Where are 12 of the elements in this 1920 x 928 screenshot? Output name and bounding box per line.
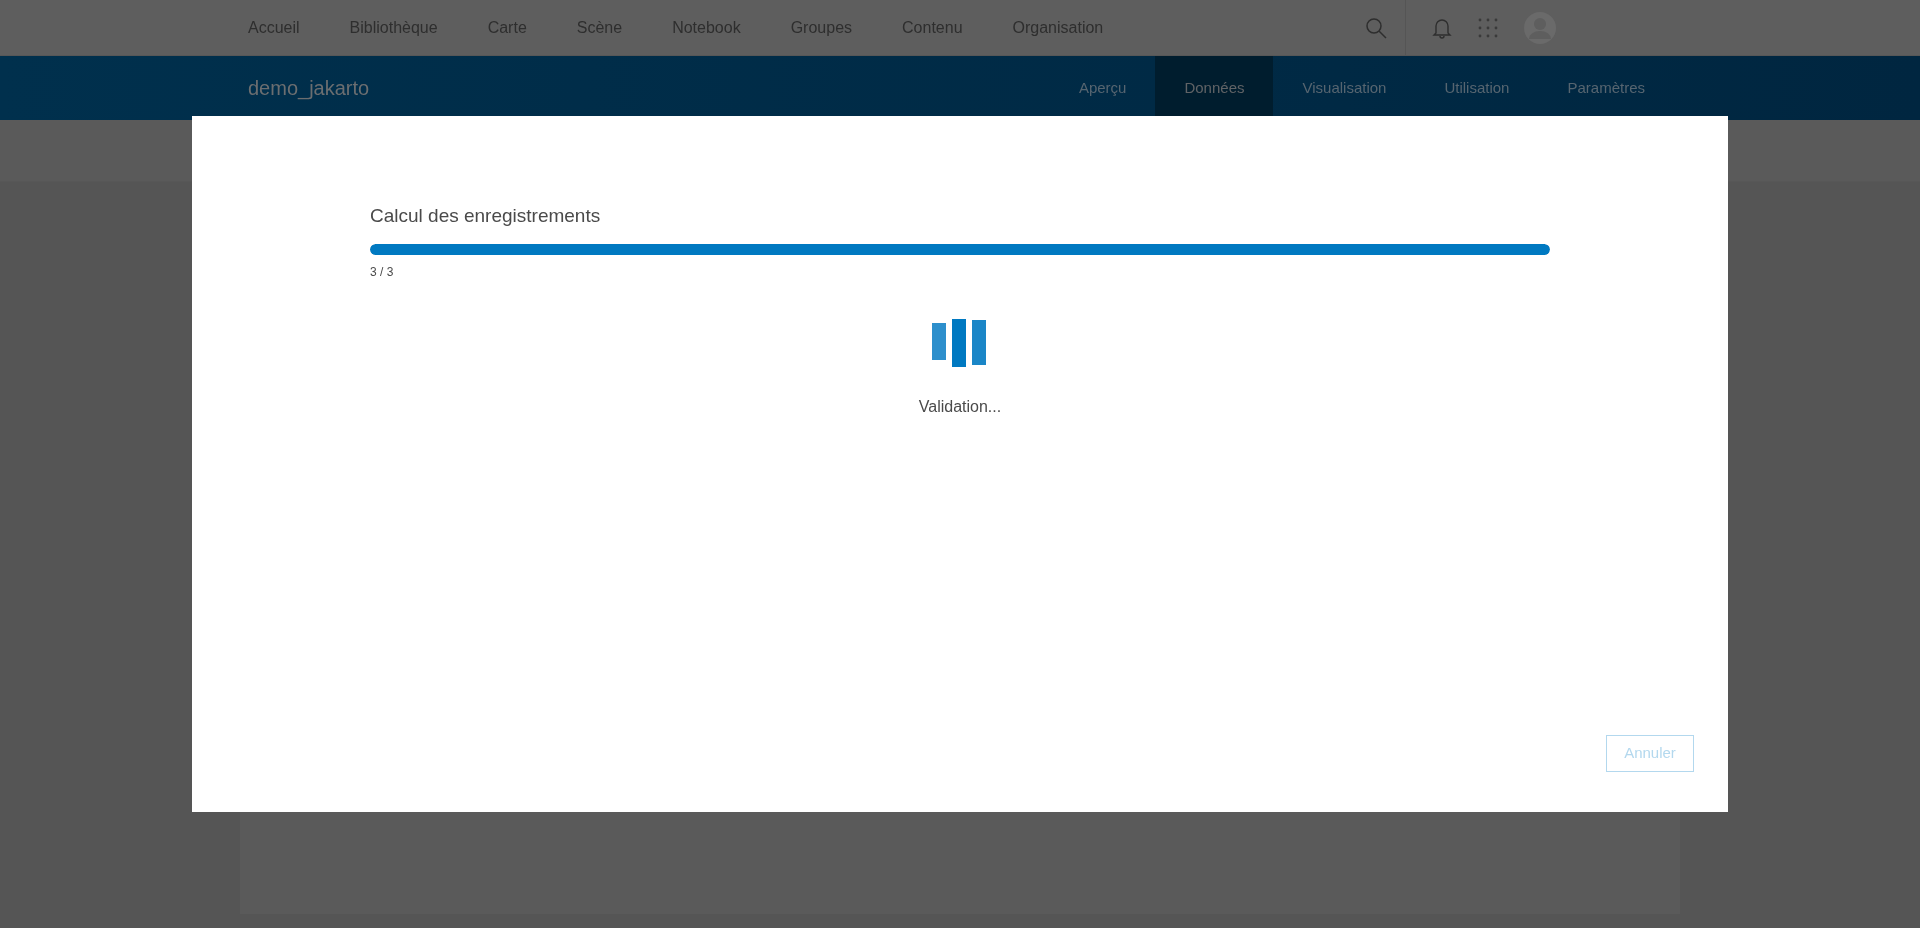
status-text: Validation...: [918, 396, 1002, 417]
item-title: demo_jakarto: [248, 76, 370, 102]
dialog-title: Calcul des enregistrements: [370, 204, 602, 228]
tab[interactable]: Utilisation: [1415, 56, 1539, 120]
tab[interactable]: Visualisation: [1273, 56, 1416, 120]
loader-icon: [932, 318, 988, 367]
progress-count: 3 / 3: [370, 263, 395, 281]
tab[interactable]: Paramètres: [1538, 56, 1674, 120]
search-icon[interactable]: [1365, 16, 1387, 39]
tab[interactable]: Aperçu: [1049, 56, 1156, 120]
apps-grid-icon[interactable]: [1478, 17, 1498, 38]
bell-icon[interactable]: [1432, 16, 1452, 39]
